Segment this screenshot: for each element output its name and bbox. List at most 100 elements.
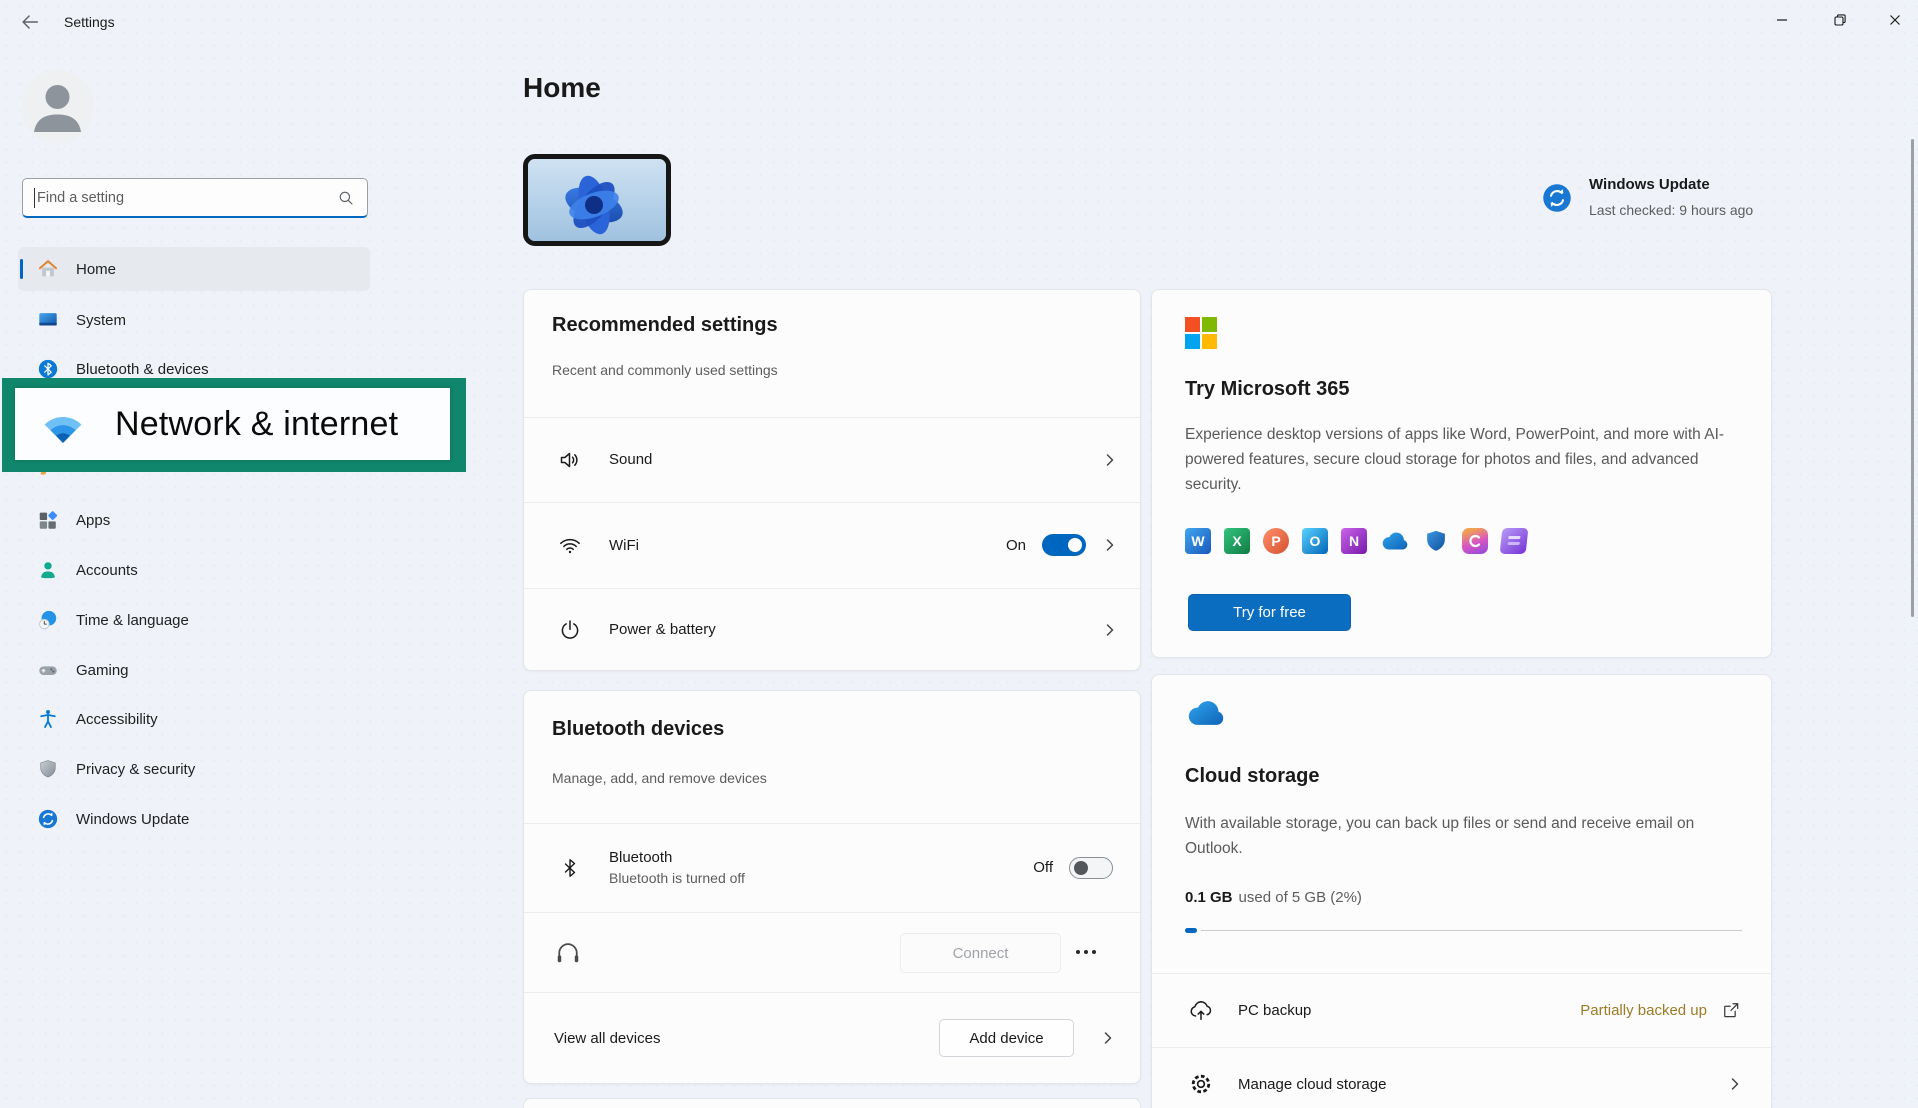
power-icon: [558, 618, 582, 642]
avatar[interactable]: [21, 70, 94, 143]
m365-description: Experience desktop versions of apps like…: [1185, 422, 1747, 497]
scrollbar-thumb[interactable]: [1911, 139, 1914, 617]
cloud-description: With available storage, you can back up …: [1185, 811, 1747, 861]
restore-icon: [1832, 12, 1848, 28]
storage-progressbar-track: [1201, 930, 1742, 931]
card-title: Recommended settings: [552, 314, 778, 337]
onedrive-icon: [1380, 528, 1410, 554]
sidebar-item-gaming[interactable]: Gaming: [18, 648, 370, 692]
power-battery-label: Power & battery: [609, 621, 716, 638]
microsoft-365-card: Try Microsoft 365 Experience desktop ver…: [1151, 289, 1772, 658]
page-title: Home: [523, 72, 601, 104]
accessibility-icon: [36, 707, 60, 731]
selected-indicator: [20, 259, 23, 279]
card-title: Bluetooth devices: [552, 718, 724, 741]
sidebar-item-accessibility[interactable]: Accessibility: [18, 697, 370, 741]
chevron-right-icon: [1102, 452, 1118, 468]
time-language-icon: [36, 608, 60, 632]
bluetooth-state-label: Off: [1033, 859, 1053, 876]
sidebar-item-system[interactable]: System: [18, 298, 370, 342]
microsoft-logo: [1185, 317, 1217, 349]
sidebar-item-network-internet[interactable]: Network & internet: [15, 388, 450, 460]
gaming-icon: [36, 658, 60, 682]
view-all-devices-row[interactable]: View all devices Add device: [524, 992, 1140, 1084]
sidebar-item-home[interactable]: Home: [18, 247, 370, 291]
sidebar-item-time-language[interactable]: Time & language: [18, 598, 370, 642]
manage-cloud-storage-row[interactable]: Manage cloud storage: [1152, 1047, 1771, 1108]
minimize-button[interactable]: [1759, 0, 1805, 40]
powerpoint-icon: P: [1263, 528, 1289, 554]
apps-icon: [36, 508, 60, 532]
wifi-label: WiFi: [609, 537, 639, 554]
designer-icon: [1500, 528, 1529, 554]
pc-backup-row[interactable]: PC backup Partially backed up: [1152, 973, 1771, 1047]
word-icon: W: [1185, 528, 1211, 554]
windows-update-status-icon: [1542, 183, 1572, 213]
try-for-free-button[interactable]: Try for free: [1188, 594, 1351, 631]
speaker-icon: [558, 448, 582, 472]
text-caret: [34, 188, 35, 208]
pc-backup-label: PC backup: [1238, 1002, 1311, 1019]
device-wallpaper-thumbnail: [523, 154, 671, 246]
cloud-backup-icon: [1188, 997, 1214, 1023]
restore-button[interactable]: [1817, 0, 1863, 40]
m365-app-icons: W X P O N: [1185, 528, 1527, 554]
external-link-icon: [1721, 1000, 1741, 1020]
connect-button[interactable]: Connect: [900, 933, 1061, 973]
system-icon: [36, 308, 60, 332]
back-button[interactable]: [12, 6, 48, 38]
windows-update-status-text: Last checked: 9 hours ago: [1589, 202, 1753, 218]
wifi-row[interactable]: WiFi On: [524, 502, 1140, 588]
back-arrow-icon: [19, 11, 41, 33]
settings-window: Settings Find a setting Home System: [0, 0, 1918, 1108]
sidebar-item-accounts[interactable]: Accounts: [18, 548, 370, 592]
onedrive-cloud-icon: [1185, 697, 1227, 729]
headphones-icon: [554, 938, 582, 966]
device-row[interactable]: Connect: [524, 912, 1140, 992]
accounts-icon: [36, 558, 60, 582]
close-button[interactable]: [1872, 0, 1918, 40]
card-subtitle: Recent and commonly used settings: [552, 362, 778, 378]
add-device-button[interactable]: Add device: [939, 1019, 1074, 1057]
home-icon: [36, 257, 60, 281]
chevron-right-icon: [1727, 1076, 1743, 1092]
card-title: Cloud storage: [1185, 765, 1319, 788]
next-card-sliver: [523, 1098, 1141, 1108]
storage-usage-text: 0.1 GB used of 5 GB (2%): [1185, 889, 1362, 906]
wifi-state-label: On: [1006, 537, 1026, 554]
close-icon: [1887, 12, 1903, 28]
storage-progressbar-fill: [1185, 928, 1197, 933]
search-placeholder: Find a setting: [37, 190, 337, 206]
sidebar-item-apps[interactable]: Apps: [18, 498, 370, 542]
wifi-toggle[interactable]: [1042, 534, 1086, 556]
power-battery-row[interactable]: Power & battery: [524, 588, 1140, 671]
card-title: Try Microsoft 365: [1185, 378, 1350, 401]
pc-backup-status: Partially backed up: [1580, 1002, 1707, 1019]
cloud-storage-card: Cloud storage With available storage, yo…: [1151, 674, 1772, 1108]
chevron-right-icon: [1102, 537, 1118, 553]
excel-icon: X: [1224, 528, 1250, 554]
bluetooth-toggle-row[interactable]: Bluetooth Bluetooth is turned off Off: [524, 823, 1140, 912]
sidebar-item-privacy-security[interactable]: Privacy & security: [18, 747, 370, 791]
gear-icon: [1188, 1071, 1214, 1097]
sidebar-item-windows-update[interactable]: Windows Update: [18, 797, 370, 841]
outlook-icon: O: [1302, 528, 1328, 554]
storage-used-detail: used of 5 GB (2%): [1239, 889, 1362, 906]
bluetooth-toggle[interactable]: [1069, 857, 1113, 879]
search-input[interactable]: Find a setting: [22, 178, 368, 218]
annotation-label: Network & internet: [115, 405, 398, 444]
sound-label: Sound: [609, 451, 652, 468]
window-title: Settings: [64, 0, 115, 44]
minimize-icon: [1774, 12, 1790, 28]
network-internet-wifi-icon: [37, 401, 89, 447]
sound-row[interactable]: Sound: [524, 417, 1140, 502]
search-icon[interactable]: [337, 189, 355, 207]
recommended-settings-card: Recommended settings Recent and commonly…: [523, 289, 1141, 671]
windows-update-status-title[interactable]: Windows Update: [1589, 176, 1710, 193]
chevron-right-icon: [1100, 1030, 1116, 1046]
clipchamp-icon: [1462, 528, 1488, 554]
highlight-annotation-network-internet: Network & internet: [2, 378, 466, 472]
more-options-icon[interactable]: [1076, 950, 1096, 954]
sidebar-item-label: Home: [76, 261, 116, 278]
bluetooth-sublabel: Bluetooth is turned off: [609, 870, 745, 886]
